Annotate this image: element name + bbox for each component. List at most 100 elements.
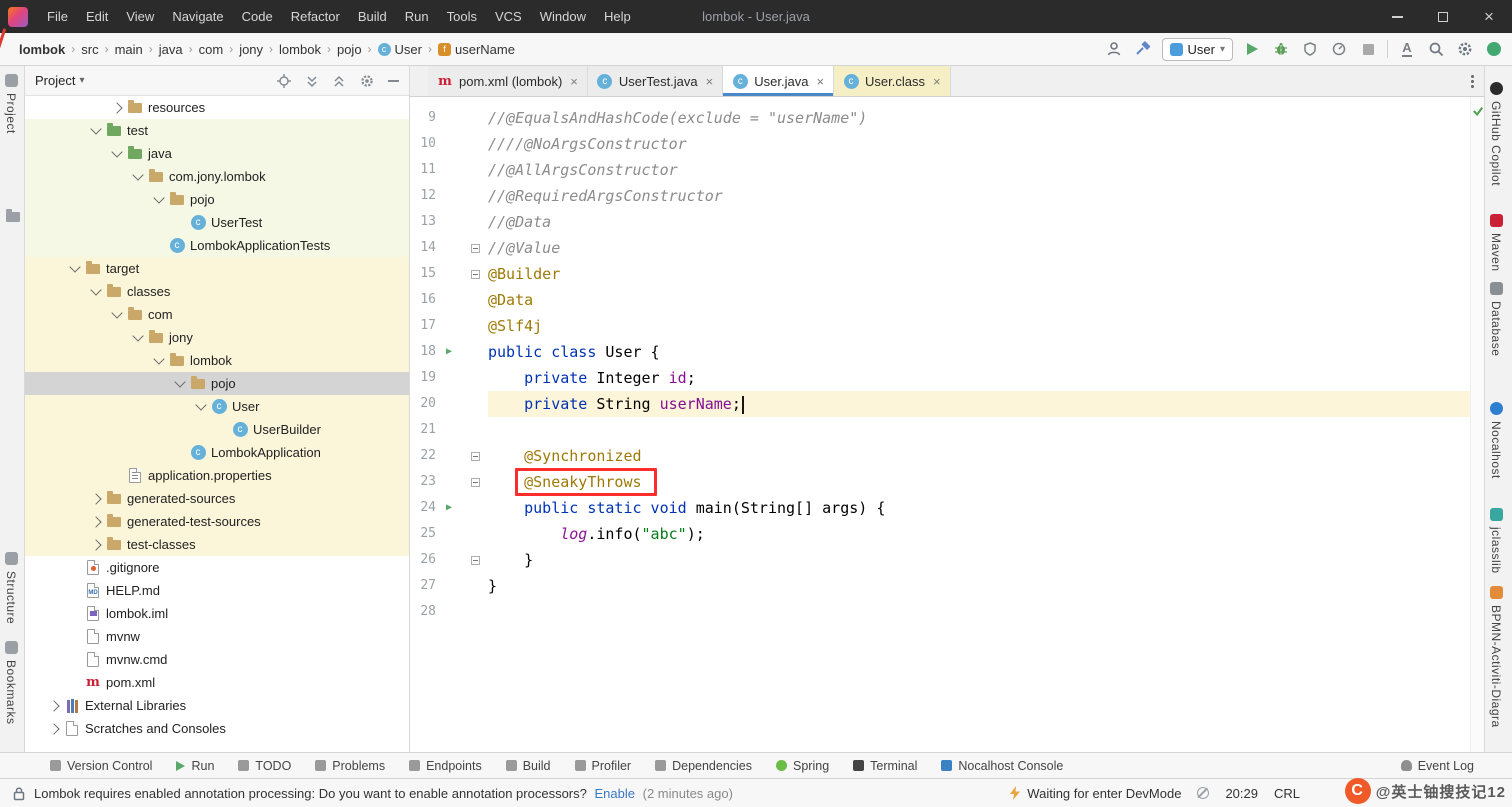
profiler-icon[interactable] <box>1329 38 1349 60</box>
mute-breakpoints-icon[interactable] <box>1197 787 1210 799</box>
menu-build[interactable]: Build <box>349 9 396 24</box>
tree-item-scratches-and-consoles[interactable]: Scratches and Consoles <box>25 717 409 740</box>
chevron-down-icon[interactable] <box>153 353 165 365</box>
tree-item-jony[interactable]: jony <box>25 326 409 349</box>
code-line-22[interactable]: 22 @Synchronized <box>410 443 1484 469</box>
run-configuration-select[interactable]: User ▾ <box>1161 37 1233 61</box>
breadcrumb-item-src[interactable]: src <box>78 42 101 57</box>
tree-item-target[interactable]: target <box>25 257 409 280</box>
chevron-right-icon[interactable] <box>90 515 102 528</box>
tree-item-external-libraries[interactable]: External Libraries <box>25 694 409 717</box>
code-line-9[interactable]: 9 //@EqualsAndHashCode(exclude = "userNam… <box>410 105 1484 131</box>
coverage-icon[interactable] <box>1300 38 1320 60</box>
profile-icon[interactable] <box>1104 38 1124 60</box>
code-line-14[interactable]: 14 //@Value <box>410 235 1484 261</box>
menu-window[interactable]: Window <box>531 9 595 24</box>
menu-vcs[interactable]: VCS <box>486 9 531 24</box>
chevron-down-icon[interactable] <box>132 169 144 181</box>
close-icon[interactable]: × <box>933 74 941 89</box>
tree-item-lombok[interactable]: lombok <box>25 349 409 372</box>
chevron-down-icon[interactable] <box>111 307 123 319</box>
breadcrumb-item-user[interactable]: c User <box>375 42 425 57</box>
settings-gear-icon[interactable] <box>359 73 375 89</box>
chevron-right-icon[interactable] <box>111 101 123 114</box>
inspection-stripe[interactable] <box>1470 97 1484 752</box>
code-line-23[interactable]: 23 @SneakyThrows <box>410 468 1484 496</box>
maximize-button[interactable] <box>1420 0 1466 33</box>
menu-navigate[interactable]: Navigate <box>163 9 232 24</box>
run-line-icon[interactable]: ▶ <box>436 339 462 365</box>
debug-icon[interactable] <box>1271 38 1291 60</box>
breadcrumb-item-lombok[interactable]: lombok <box>16 42 68 57</box>
tree-item-pojo[interactable]: pojo <box>25 372 409 395</box>
minimize-button[interactable] <box>1374 0 1420 33</box>
tree-item-pom-xml[interactable]: m pom.xml <box>25 671 409 694</box>
code-line-10[interactable]: 10 ////@NoArgsConstructor <box>410 131 1484 157</box>
tree-item-resources[interactable]: resources <box>25 96 409 119</box>
run-button[interactable] <box>1242 38 1262 60</box>
code-line-16[interactable]: 16 @Data <box>410 287 1484 313</box>
chevron-down-icon[interactable] <box>132 330 144 342</box>
code-line-25[interactable]: 25 log.info("abc"); <box>410 521 1484 547</box>
code-line-11[interactable]: 11 //@AllArgsConstructor <box>410 157 1484 183</box>
breadcrumb-item-username[interactable]: f userName <box>435 42 518 57</box>
tree-item-help-md[interactable]: MD HELP.md <box>25 579 409 602</box>
breadcrumb-item-pojo[interactable]: pojo <box>334 42 365 57</box>
code-line-21[interactable]: 21 <box>410 417 1484 443</box>
fold-icon[interactable] <box>462 451 488 461</box>
line-ending[interactable]: CRL <box>1274 786 1300 801</box>
tool-button-project[interactable]: Project <box>4 74 18 134</box>
close-icon[interactable]: × <box>816 74 824 89</box>
tool-window-button-event-log[interactable]: Event Log <box>1400 759 1474 773</box>
close-icon[interactable]: × <box>706 74 714 89</box>
code-line-20[interactable]: 20 private String userName; <box>410 391 1484 417</box>
close-button[interactable]: × <box>1466 0 1512 33</box>
tree-item-mvnw[interactable]: mvnw <box>25 625 409 648</box>
code-line-27[interactable]: 27} <box>410 573 1484 599</box>
breadcrumb-item-com[interactable]: com <box>196 42 227 57</box>
lock-icon[interactable] <box>12 786 26 801</box>
tool-button-jclasslib[interactable]: jclasslib <box>1489 508 1503 574</box>
tree-item-generated-test-sources[interactable]: generated-test-sources <box>25 510 409 533</box>
tree-item-usertest[interactable]: c UserTest <box>25 211 409 234</box>
tool-window-button-spring[interactable]: Spring <box>776 759 829 773</box>
tool-button-bookmarks[interactable]: Bookmarks <box>4 641 18 725</box>
tool-window-button-build[interactable]: Build <box>505 759 551 773</box>
settings-gear-icon[interactable] <box>1455 38 1475 60</box>
chevron-down-icon[interactable] <box>153 192 165 204</box>
code-line-15[interactable]: 15 @Builder <box>410 261 1484 287</box>
tree-item-generated-sources[interactable]: generated-sources <box>25 487 409 510</box>
close-icon[interactable]: × <box>570 74 578 89</box>
tree-item-test-classes[interactable]: test-classes <box>25 533 409 556</box>
tool-button-bpmn-activiti-diagra[interactable]: BPMN-Activiti-Diagra <box>1489 586 1503 728</box>
fold-icon[interactable] <box>462 555 488 565</box>
chevron-right-icon[interactable] <box>48 699 60 712</box>
menu-help[interactable]: Help <box>595 9 640 24</box>
tool-button-database[interactable]: Database <box>1489 282 1503 356</box>
menu-view[interactable]: View <box>117 9 163 24</box>
menu-tools[interactable]: Tools <box>438 9 486 24</box>
chevron-down-icon[interactable] <box>111 146 123 158</box>
breadcrumb-item-main[interactable]: main <box>112 42 146 57</box>
code-line-18[interactable]: 18 ▶ public class User { <box>410 339 1484 365</box>
tool-button-nocalhost[interactable]: Nocalhost <box>1489 402 1503 479</box>
editor-tab-usertest-java[interactable]: c UserTest.java × <box>587 66 724 96</box>
tool-window-button-todo[interactable]: TODO <box>238 759 291 773</box>
tab-list-icon[interactable] <box>1460 66 1484 96</box>
run-line-icon[interactable]: ▶ <box>436 495 462 521</box>
tool-window-button-profiler[interactable]: Profiler <box>574 759 631 773</box>
breadcrumb-item-jony[interactable]: jony <box>236 42 266 57</box>
chevron-right-icon[interactable] <box>48 722 60 735</box>
chevron-right-icon[interactable] <box>90 492 102 505</box>
tree-item-lombok-iml[interactable]: lombok.iml <box>25 602 409 625</box>
tool-window-button-problems[interactable]: Problems <box>315 759 385 773</box>
chevron-down-icon[interactable] <box>90 284 102 296</box>
tree-item-user[interactable]: c User <box>25 395 409 418</box>
enable-link[interactable]: Enable <box>595 786 635 801</box>
menu-file[interactable]: File <box>38 9 77 24</box>
tree-item-mvnw-cmd[interactable]: mvnw.cmd <box>25 648 409 671</box>
chevron-down-icon[interactable] <box>195 399 207 411</box>
editor-tab-user-class[interactable]: c User.class × <box>834 66 951 96</box>
code-line-19[interactable]: 19 private Integer id; <box>410 365 1484 391</box>
tree-item-test[interactable]: test <box>25 119 409 142</box>
